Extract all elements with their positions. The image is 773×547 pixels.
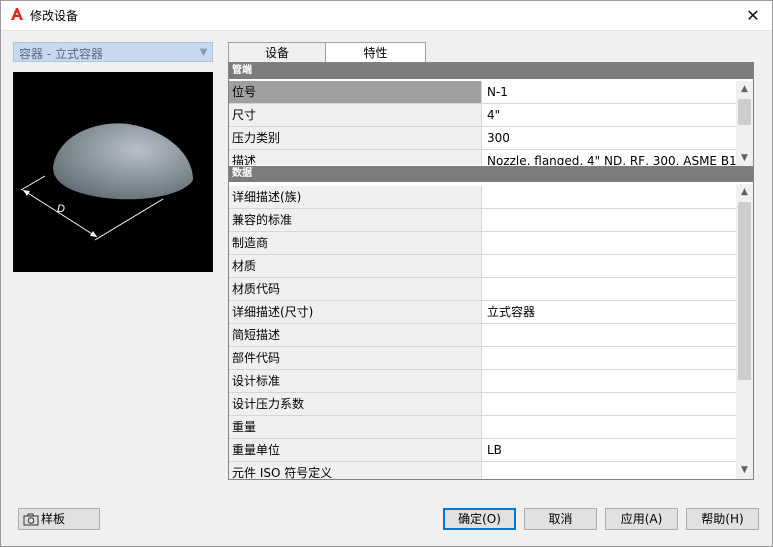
table-row[interactable]: 重量 — [229, 416, 736, 439]
property-name: 部件代码 — [229, 347, 482, 369]
property-value[interactable]: N-1 — [483, 81, 736, 103]
property-name: 描述 — [229, 150, 482, 165]
property-name: 元件 ISO 符号定义 — [229, 462, 482, 479]
property-value[interactable]: 立式容器 — [483, 301, 736, 323]
table-row[interactable]: 重量单位 LB — [229, 439, 736, 462]
property-value[interactable] — [483, 416, 736, 438]
equipment-type-select[interactable]: 容器 - 立式容器 ▼ — [13, 42, 213, 62]
property-name: 兼容的标准 — [229, 209, 482, 231]
table-row[interactable]: 尺寸 4" — [229, 104, 736, 127]
chevron-down-icon[interactable]: ▼ — [194, 43, 212, 61]
section-header-nozzle: 管端 — [229, 63, 753, 79]
property-value[interactable] — [483, 462, 736, 479]
ok-button[interactable]: 确定(O) — [443, 508, 516, 530]
scroll-up-icon[interactable]: ▲ — [736, 81, 753, 98]
property-value[interactable] — [483, 393, 736, 415]
property-value[interactable]: LB — [483, 439, 736, 461]
property-value[interactable]: Nozzle, flanged, 4" ND, RF, 300, ASME B1… — [483, 150, 736, 165]
scroll-down-icon[interactable]: ▼ — [736, 150, 753, 167]
property-name: 位号 — [229, 81, 482, 103]
title-bar: 修改设备 ✕ — [0, 0, 773, 31]
scrollbar-thumb[interactable] — [738, 99, 751, 125]
table-row[interactable]: 简短描述 — [229, 324, 736, 347]
property-name: 尺寸 — [229, 104, 482, 126]
property-name: 压力类别 — [229, 127, 482, 149]
properties-panel: 管端 位号 N-1 尺寸 4" 压力类别 300 描述 Nozzle, flan… — [228, 62, 754, 480]
scroll-down-icon[interactable]: ▼ — [736, 462, 753, 479]
property-name: 详细描述(族) — [229, 186, 482, 208]
property-value[interactable] — [483, 347, 736, 369]
table-row[interactable]: 材质代码 — [229, 278, 736, 301]
property-value[interactable]: 4" — [483, 104, 736, 126]
table-row[interactable]: 制造商 — [229, 232, 736, 255]
property-name: 简短描述 — [229, 324, 482, 346]
camera-icon — [23, 513, 39, 526]
template-button[interactable]: 样板 — [18, 508, 100, 530]
property-value[interactable] — [483, 209, 736, 231]
dimension-label: D — [57, 203, 65, 215]
property-name: 制造商 — [229, 232, 482, 254]
scroll-up-icon[interactable]: ▲ — [736, 184, 753, 201]
property-name: 材质代码 — [229, 278, 482, 300]
tab-equipment[interactable]: 设备 — [228, 42, 326, 64]
nozzle-scrollbar[interactable]: ▲ ▼ — [736, 81, 753, 167]
tab-properties[interactable]: 特性 — [325, 42, 426, 64]
equipment-preview-image: D — [13, 72, 213, 272]
property-value[interactable]: 300 — [483, 127, 736, 149]
property-name: 材质 — [229, 255, 482, 277]
table-row[interactable]: 详细描述(尺寸) 立式容器 — [229, 301, 736, 324]
property-value[interactable] — [483, 186, 736, 208]
property-value[interactable] — [483, 324, 736, 346]
table-row[interactable]: 压力类别 300 — [229, 127, 736, 150]
apply-button[interactable]: 应用(A) — [605, 508, 678, 530]
data-scrollbar[interactable]: ▲ ▼ — [736, 184, 753, 479]
head-shape-drawing: D — [20, 123, 193, 241]
property-value[interactable] — [483, 255, 736, 277]
table-row[interactable]: 材质 — [229, 255, 736, 278]
autocad-logo-icon — [11, 8, 23, 20]
table-row[interactable]: 兼容的标准 — [229, 209, 736, 232]
table-row[interactable]: 设计标准 — [229, 370, 736, 393]
equipment-type-value: 容器 - 立式容器 — [19, 47, 103, 61]
scrollbar-thumb[interactable] — [738, 202, 751, 380]
section-header-data: 数据 — [229, 166, 753, 182]
help-button[interactable]: 帮助(H) — [686, 508, 759, 530]
window-title: 修改设备 — [30, 9, 79, 23]
table-row[interactable]: 元件 ISO 符号定义 — [229, 462, 736, 479]
table-row[interactable]: 描述 Nozzle, flanged, 4" ND, RF, 300, ASME… — [229, 150, 736, 165]
property-value[interactable] — [483, 232, 736, 254]
close-button[interactable]: ✕ — [733, 0, 773, 31]
cancel-button[interactable]: 取消 — [524, 508, 597, 530]
property-value[interactable] — [483, 370, 736, 392]
property-name: 详细描述(尺寸) — [229, 301, 482, 323]
property-value[interactable] — [483, 278, 736, 300]
table-row[interactable]: 设计压力系数 — [229, 393, 736, 416]
table-row[interactable]: 详细描述(族) — [229, 186, 736, 209]
property-name: 设计压力系数 — [229, 393, 482, 415]
property-name: 重量 — [229, 416, 482, 438]
table-row[interactable]: 位号 N-1 — [229, 81, 736, 104]
table-row[interactable]: 部件代码 — [229, 347, 736, 370]
template-button-label: 样板 — [41, 512, 66, 526]
property-name: 设计标准 — [229, 370, 482, 392]
property-name: 重量单位 — [229, 439, 482, 461]
